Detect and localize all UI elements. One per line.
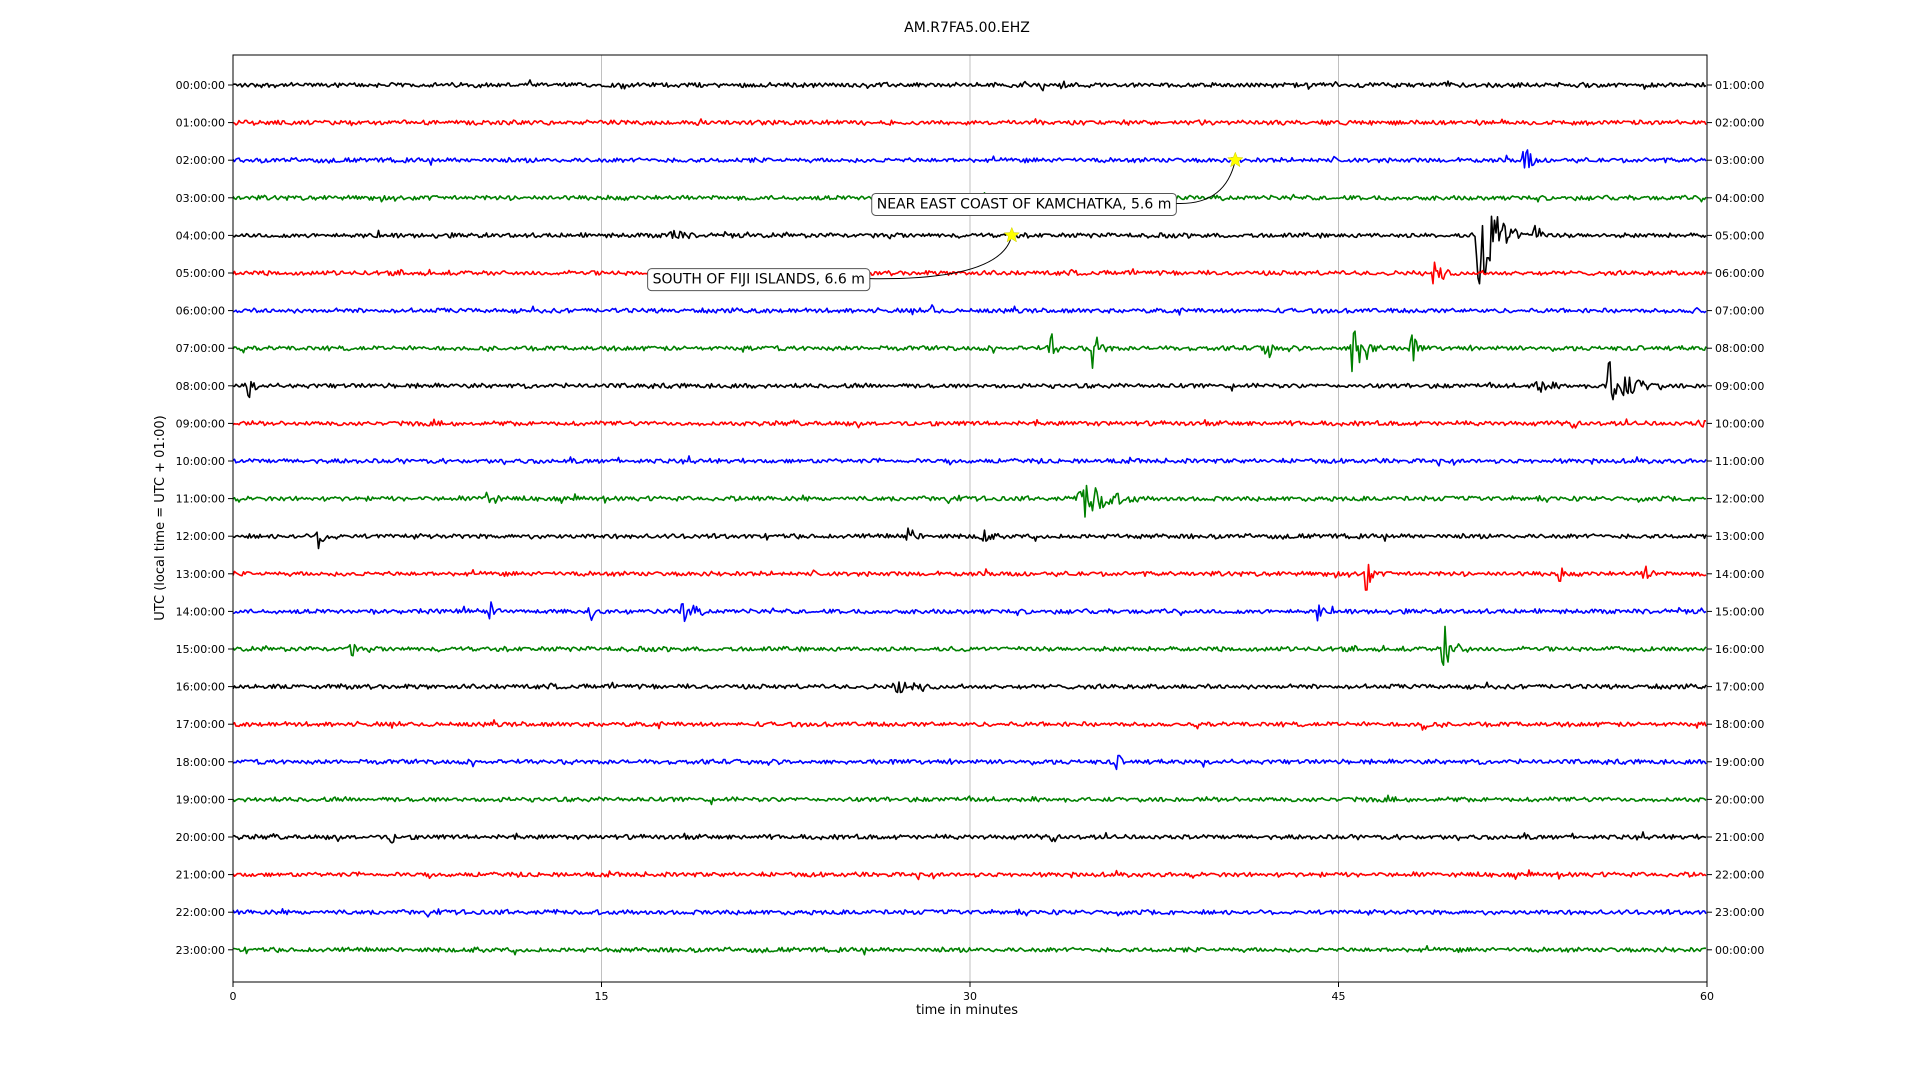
x-tick-label: 0 [230, 990, 237, 1003]
row-label-left: 14:00:00 [176, 605, 225, 618]
row-label-left: 11:00:00 [176, 493, 225, 506]
row-label-left: 05:00:00 [176, 267, 225, 280]
row-label-left: 22:00:00 [176, 906, 225, 919]
trace-row [232, 831, 1707, 844]
row-label-left: 19:00:00 [176, 793, 225, 806]
x-tick-label: 30 [963, 990, 977, 1003]
row-label-left: 08:00:00 [176, 380, 225, 393]
row-label-right: 21:00:00 [1715, 831, 1764, 844]
trace-row [232, 681, 1707, 694]
row-label-right: 18:00:00 [1715, 718, 1764, 731]
row-label-left: 12:00:00 [176, 530, 225, 543]
row-label-left: 21:00:00 [176, 869, 225, 882]
event-label: NEAR EAST COAST OF KAMCHATKA, 5.6 m [877, 196, 1172, 212]
row-label-left: 03:00:00 [176, 192, 225, 205]
event-annotation: NEAR EAST COAST OF KAMCHATKA, 5.6 m [871, 151, 1244, 216]
row-label-left: 00:00:00 [176, 79, 225, 92]
row-label-right: 23:00:00 [1715, 906, 1764, 919]
trace-row [232, 754, 1707, 771]
x-tick-label: 15 [595, 990, 609, 1003]
trace-row [232, 601, 1707, 623]
row-label-right: 14:00:00 [1715, 568, 1764, 581]
trace-row [232, 118, 1707, 127]
trace-row [232, 527, 1707, 550]
trace-row [232, 330, 1707, 373]
row-label-right: 17:00:00 [1715, 681, 1764, 694]
trace-row [232, 455, 1707, 467]
row-label-right: 15:00:00 [1715, 605, 1764, 618]
row-label-left: 20:00:00 [176, 831, 225, 844]
row-label-right: 22:00:00 [1715, 869, 1764, 882]
event-star-marker [1227, 151, 1244, 168]
x-axis-label: time in minutes [916, 1003, 1018, 1018]
trace-row [232, 79, 1707, 92]
row-label-right: 19:00:00 [1715, 756, 1764, 769]
chart-title: AM.R7FA5.00.EHZ [904, 20, 1030, 36]
row-label-right: 08:00:00 [1715, 342, 1764, 355]
event-star-marker [1003, 226, 1021, 243]
row-label-right: 01:00:00 [1715, 79, 1764, 92]
row-label-left: 23:00:00 [176, 944, 225, 957]
row-label-right: 06:00:00 [1715, 267, 1764, 280]
trace-row [232, 625, 1707, 666]
trace-row [232, 563, 1707, 591]
row-label-left: 18:00:00 [176, 756, 225, 769]
row-label-right: 12:00:00 [1715, 493, 1764, 506]
row-label-left: 04:00:00 [176, 229, 225, 242]
trace-row [232, 484, 1707, 518]
row-label-left: 13:00:00 [176, 568, 225, 581]
row-label-right: 02:00:00 [1715, 117, 1764, 130]
row-label-right: 09:00:00 [1715, 380, 1764, 393]
row-label-left: 07:00:00 [176, 342, 225, 355]
row-label-right: 04:00:00 [1715, 192, 1764, 205]
row-label-right: 20:00:00 [1715, 793, 1764, 806]
row-label-right: 00:00:00 [1715, 944, 1764, 957]
event-label: SOUTH OF FIJI ISLANDS, 6.6 m [653, 272, 865, 288]
trace-row [232, 361, 1707, 401]
y-axis-label: UTC (local time = UTC + 01:00) [153, 415, 168, 620]
x-tick-label: 45 [1332, 990, 1346, 1003]
trace-row [232, 418, 1707, 429]
x-tick-label: 60 [1700, 990, 1714, 1003]
row-label-right: 03:00:00 [1715, 154, 1764, 167]
row-label-left: 15:00:00 [176, 643, 225, 656]
row-label-left: 09:00:00 [176, 417, 225, 430]
row-label-left: 16:00:00 [176, 681, 225, 694]
trace-row [233, 945, 1707, 956]
row-label-left: 10:00:00 [176, 455, 225, 468]
trace-row [232, 908, 1707, 918]
helicorder-plot: AM.R7FA5.00.EHZ NEAR EAST COAST OF KAMCH… [153, 20, 1764, 1018]
trace-row [232, 149, 1707, 169]
row-label-right: 11:00:00 [1715, 455, 1764, 468]
trace-row [232, 794, 1707, 806]
trace-row [232, 719, 1707, 731]
row-label-right: 05:00:00 [1715, 229, 1764, 242]
event-annotations: NEAR EAST COAST OF KAMCHATKA, 5.6 m SOUTH… [647, 151, 1244, 292]
row-label-left: 06:00:00 [176, 305, 225, 318]
row-label-left: 01:00:00 [176, 117, 225, 130]
row-label-right: 10:00:00 [1715, 417, 1764, 430]
trace-row [232, 869, 1707, 881]
row-label-left: 17:00:00 [176, 718, 225, 731]
row-label-right: 13:00:00 [1715, 530, 1764, 543]
row-label-left: 02:00:00 [176, 154, 225, 167]
row-label-right: 16:00:00 [1715, 643, 1764, 656]
row-label-right: 07:00:00 [1715, 305, 1764, 318]
trace-row [232, 304, 1707, 316]
